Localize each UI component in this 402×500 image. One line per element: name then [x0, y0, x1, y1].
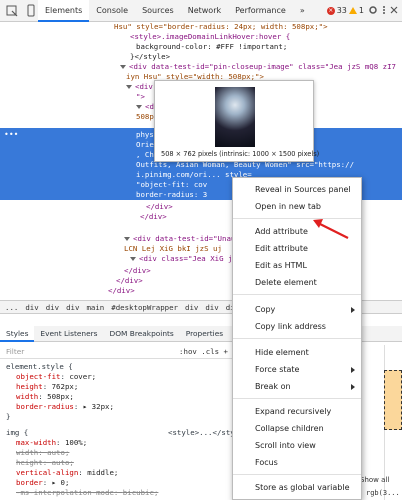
- show-all-checkbox[interactable]: Show all: [360, 476, 389, 484]
- code-line[interactable]: Hsu" style="border-radius: 24px; width: …: [114, 22, 328, 32]
- style-rule-overridden[interactable]: -ms-interpolation-mode: bicubic;: [16, 488, 158, 498]
- breadcrumb-item[interactable]: main: [86, 303, 104, 312]
- menu-item-collapse-children[interactable]: Collapse children: [233, 421, 361, 437]
- menu-item-break-on[interactable]: Break on: [233, 379, 361, 395]
- close-devtools-icon[interactable]: [390, 6, 398, 16]
- expand-arrow-icon[interactable]: [126, 85, 132, 89]
- menu-separator: [233, 218, 361, 219]
- submenu-arrow-icon: [351, 307, 355, 313]
- tab-styles[interactable]: Styles: [0, 325, 35, 342]
- menu-item-edit-as-html[interactable]: Edit as HTML: [233, 258, 361, 274]
- error-count: 33: [336, 6, 347, 15]
- breadcrumb-item[interactable]: div: [185, 303, 198, 312]
- menu-separator: [233, 338, 361, 339]
- warning-count: 1: [358, 6, 364, 15]
- box-model-preview: [384, 370, 402, 430]
- settings-icon[interactable]: [368, 5, 378, 17]
- menu-item-focus[interactable]: Focus: [233, 455, 361, 471]
- code-line[interactable]: <div class="Jea XiG j: [130, 254, 232, 264]
- code-line: border-radius: 3: [136, 190, 208, 199]
- code-line[interactable]: ">: [136, 92, 145, 102]
- code-line[interactable]: </div>: [146, 202, 173, 212]
- submenu-arrow-icon: [351, 384, 355, 390]
- image-thumbnail: [215, 87, 255, 147]
- breadcrumb-item[interactable]: div: [66, 303, 79, 312]
- menu-separator: [233, 398, 361, 399]
- style-rule[interactable]: vertical-align: middle;: [16, 468, 118, 478]
- rule-source-link[interactable]: <style>...</style>: [168, 428, 232, 438]
- tab-properties[interactable]: Properties: [180, 326, 229, 342]
- element-style-selector: element.style {: [6, 362, 73, 371]
- breadcrumb-item[interactable]: #desktopWrapper: [111, 303, 178, 312]
- tab-performance[interactable]: Performance: [228, 0, 293, 22]
- tab-console[interactable]: Console: [89, 0, 135, 22]
- code-line[interactable]: </div>: [124, 266, 151, 276]
- tab-sources[interactable]: Sources: [135, 0, 181, 22]
- expand-arrow-icon[interactable]: [136, 105, 142, 109]
- tab-network[interactable]: Network: [181, 0, 228, 22]
- menu-item-scroll-into-view[interactable]: Scroll into view: [233, 438, 361, 454]
- code-line[interactable]: background-color: #FFF !important;: [136, 42, 287, 52]
- expand-arrow-icon[interactable]: [130, 257, 136, 261]
- style-rule[interactable]: max-width: 100%;: [16, 438, 87, 448]
- style-rule-overridden[interactable]: height: auto;: [16, 458, 74, 468]
- error-counter[interactable]: × 33 1: [326, 6, 364, 15]
- img-selector: img {: [6, 428, 29, 437]
- style-rule[interactable]: border-radius: ▸ 32px;: [16, 402, 114, 412]
- menu-item-add-attribute[interactable]: Add attribute: [233, 224, 361, 240]
- styles-pane: element.style { object-fit: cover; heigh…: [0, 360, 232, 500]
- code-line[interactable]: </div>: [140, 212, 167, 222]
- code-line[interactable]: LCN Lej XiG bkI jzS uj: [124, 244, 222, 254]
- menu-item-edit-attribute[interactable]: Edit attribute: [233, 241, 361, 257]
- menu-separator: [233, 474, 361, 475]
- style-rule[interactable]: width: 508px;: [16, 392, 74, 402]
- hov-cls-buttons[interactable]: :hov .cls +: [179, 347, 232, 356]
- breadcrumb-item[interactable]: div: [46, 303, 59, 312]
- code-line[interactable]: <style>.imageDomainLinkHover:hover {: [130, 32, 290, 42]
- code-line[interactable]: }</style>: [130, 52, 170, 62]
- menu-item-delete-element[interactable]: Delete element: [233, 275, 361, 291]
- menu-item-copy[interactable]: Copy: [233, 302, 361, 318]
- code-line[interactable]: </div>: [108, 286, 135, 296]
- style-rule[interactable]: border: ▸ 0;: [16, 478, 69, 488]
- error-icon: ×: [326, 6, 335, 15]
- warning-icon: [348, 7, 357, 14]
- menu-item-open-in-new-tab[interactable]: Open in new tab: [233, 199, 361, 215]
- expand-arrow-icon[interactable]: [120, 65, 126, 69]
- devtools-toolbar: Elements Console Sources Network Perform…: [0, 0, 402, 22]
- image-dimensions: 508 × 762 pixels (intrinsic: 1000 × 1500…: [161, 150, 320, 158]
- style-rule-overridden[interactable]: width: auto;: [16, 448, 69, 458]
- selected-node-dots: •••: [4, 130, 19, 139]
- filter-input[interactable]: Filter: [6, 347, 24, 356]
- menu-item-store-as-global-variable[interactable]: Store as global variable: [233, 480, 361, 496]
- breadcrumb-item[interactable]: div: [205, 303, 218, 312]
- device-toggle-icon[interactable]: [24, 4, 38, 18]
- code-line: "object-fit: cov: [136, 180, 208, 189]
- computed-value: rgb(3...: [366, 489, 400, 497]
- tab-event-listeners[interactable]: Event Listeners: [34, 326, 103, 342]
- expand-arrow-icon[interactable]: [124, 237, 130, 241]
- code-line[interactable]: <div data-test-id="pin-closeup-image" cl…: [120, 62, 396, 72]
- submenu-arrow-icon: [351, 367, 355, 373]
- breadcrumb-item[interactable]: div: [25, 303, 38, 312]
- style-rule[interactable]: height: 762px;: [16, 382, 78, 392]
- menu-item-copy-link-address[interactable]: Copy link address: [233, 319, 361, 335]
- image-preview-tooltip: 508 × 762 pixels (intrinsic: 1000 × 1500…: [154, 80, 319, 162]
- inspect-icon[interactable]: [5, 4, 19, 18]
- menu-separator: [233, 294, 361, 295]
- menu-item-hide-element[interactable]: Hide element: [233, 345, 361, 361]
- tab-dom-breakpoints[interactable]: DOM Breakpoints: [104, 326, 180, 342]
- tab-elements[interactable]: Elements: [38, 0, 90, 22]
- menu-item-reveal-in-sources[interactable]: Reveal in Sources panel: [233, 182, 361, 198]
- menu-item-force-state[interactable]: Force state: [233, 362, 361, 378]
- more-tabs-button[interactable]: »: [293, 0, 312, 22]
- code-line[interactable]: </div>: [116, 276, 143, 286]
- rule-close: }: [6, 412, 11, 421]
- style-rule[interactable]: object-fit: cover;: [16, 372, 96, 382]
- kebab-menu-icon[interactable]: [382, 5, 386, 17]
- breadcrumb-item[interactable]: ...: [5, 303, 18, 312]
- styles-filter-bar: Filter :hov .cls +: [0, 345, 232, 359]
- menu-item-expand-recursively[interactable]: Expand recursively: [233, 404, 361, 420]
- context-menu: Reveal in Sources panel Open in new tab …: [232, 177, 362, 500]
